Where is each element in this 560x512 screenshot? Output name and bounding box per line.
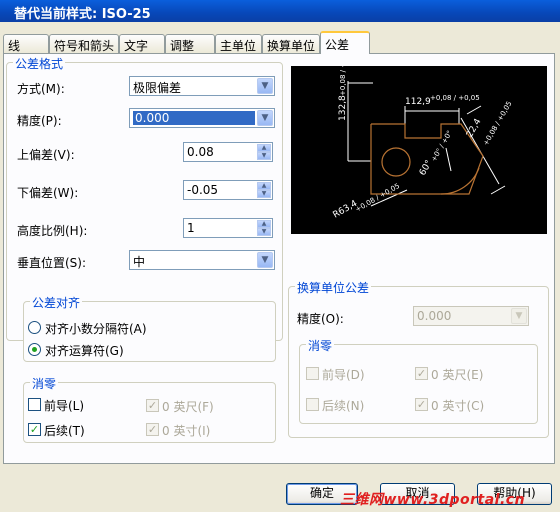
alt-precision-dropdown: 0.000 ▼ — [413, 306, 529, 326]
spin-down-icon[interactable]: ▼ — [257, 228, 271, 236]
tab-alternate-units[interactable]: 换算单位 — [262, 34, 320, 53]
vertical-position-label: 垂直位置(S): — [17, 256, 87, 270]
zero-suppression-label: 消零 — [30, 375, 59, 392]
lower-value-stepper[interactable]: -0.05 ▲ ▼ — [183, 180, 273, 200]
precision-label: 精度(P): — [17, 114, 62, 128]
chevron-down-icon[interactable]: ▼ — [257, 252, 273, 268]
site-watermark: 三维网www.3dportal.cn — [340, 492, 526, 508]
spin-up-icon[interactable]: ▲ — [257, 144, 271, 152]
dimension-preview: 132,8 +0,08 / +0,05 112,9 +0,08 / +0,05 … — [291, 46, 547, 234]
preview-dim-horizontal-tol: +0,08 / +0,05 — [430, 94, 480, 102]
alt-trailing-checkbox — [306, 398, 319, 411]
upper-value-label: 上偏差(V): — [17, 148, 75, 162]
tab-strip: 线 符号和箭头 文字 调整 主单位 换算单位 公差 — [0, 31, 560, 54]
align-decimal-label[interactable]: 对齐小数分隔符(A) — [45, 320, 147, 337]
alt-leading-label: 前导(D) — [322, 368, 365, 382]
chevron-down-icon[interactable]: ▼ — [257, 78, 273, 94]
tab-text[interactable]: 文字 — [119, 34, 165, 53]
align-operator-radio[interactable] — [28, 343, 41, 356]
tab-symbols-arrows[interactable]: 符号和箭头 — [49, 34, 119, 53]
tolerance-format-label: 公差格式 — [13, 55, 66, 72]
tolerance-alignment-label: 公差对齐 — [30, 294, 83, 311]
zero-feet-checkbox: ✓ — [146, 399, 159, 412]
upper-value-text: 0.08 — [187, 145, 214, 159]
alt-trailing-label: 后续(N) — [322, 399, 365, 413]
tab-tolerances[interactable]: 公差 — [320, 31, 370, 54]
preview-dim-angle: 60° — [418, 159, 435, 178]
chevron-down-icon: ▼ — [511, 308, 527, 324]
alternate-unit-tolerance-label: 换算单位公差 — [295, 279, 372, 296]
align-operator-label[interactable]: 对齐运算符(G) — [45, 342, 124, 359]
preview-dim-vertical-tol: +0,08 / +0,05 — [339, 66, 347, 96]
window-title: 替代当前样式: ISO-25 — [0, 0, 560, 22]
zero-feet-label: 0 英尺(F) — [162, 400, 214, 414]
alt-zero-suppression-label: 消零 — [306, 337, 335, 354]
vertical-position-value: 中 — [133, 255, 146, 269]
trailing-label[interactable]: 后续(T) — [44, 422, 85, 439]
zero-inches-checkbox: ✓ — [146, 423, 159, 436]
alt-zero-feet-checkbox: ✓ — [415, 367, 428, 380]
align-decimal-radio[interactable] — [28, 321, 41, 334]
height-scale-label: 高度比例(H): — [17, 224, 88, 238]
spin-down-icon[interactable]: ▼ — [257, 190, 271, 198]
tab-primary-units[interactable]: 主单位 — [215, 34, 262, 53]
spin-down-icon[interactable]: ▼ — [257, 152, 271, 160]
alt-zero-inches-label: 0 英寸(C) — [431, 399, 485, 413]
method-value: 极限偏差 — [133, 81, 182, 95]
precision-value: 0.000 — [133, 111, 255, 125]
tolerances-panel: 公差格式 方式(M): 极限偏差 ▼ 精度(P): 0.000 ▼ 上偏差(V)… — [3, 46, 555, 464]
method-dropdown[interactable]: 极限偏差 ▼ — [129, 76, 275, 96]
lower-value-label: 下偏差(W): — [17, 186, 79, 200]
lower-value-text: -0.05 — [187, 183, 219, 197]
vertical-position-dropdown[interactable]: 中 ▼ — [129, 250, 275, 270]
height-scale-text: 1 — [187, 221, 195, 235]
preview-dim-horizontal: 112,9 — [405, 97, 431, 107]
tab-fit[interactable]: 调整 — [165, 34, 215, 53]
preview-dim-vertical: 132,8 — [338, 95, 348, 121]
alt-leading-checkbox — [306, 367, 319, 380]
upper-value-stepper[interactable]: 0.08 ▲ ▼ — [183, 142, 273, 162]
preview-dim-angle-tol: +0° / +0° — [430, 129, 454, 163]
preview-dim-angled: 22,4 — [465, 117, 484, 140]
zero-inches-label: 0 英寸(I) — [162, 424, 211, 438]
alt-precision-label: 精度(O): — [297, 312, 344, 326]
spin-up-icon[interactable]: ▲ — [257, 182, 271, 190]
alt-precision-value: 0.000 — [417, 309, 452, 323]
alt-zero-inches-checkbox: ✓ — [415, 398, 428, 411]
preview-drawing: 132,8 +0,08 / +0,05 112,9 +0,08 / +0,05 … — [332, 46, 514, 220]
method-label: 方式(M): — [17, 82, 65, 96]
preview-dim-radius-tol: +0,08 / +0,05 — [354, 182, 401, 214]
spin-up-icon[interactable]: ▲ — [257, 220, 271, 228]
leading-label[interactable]: 前导(L) — [44, 397, 84, 414]
alt-zero-feet-label: 0 英尺(E) — [431, 368, 484, 382]
preview-dim-angled-tol: +0,08 / +0,05 — [482, 100, 514, 147]
chevron-down-icon[interactable]: ▼ — [257, 110, 273, 126]
height-scale-stepper[interactable]: 1 ▲ ▼ — [183, 218, 273, 238]
trailing-checkbox[interactable]: ✓ — [28, 423, 41, 436]
tab-lines[interactable]: 线 — [3, 34, 49, 53]
precision-dropdown[interactable]: 0.000 ▼ — [129, 108, 275, 128]
leading-checkbox[interactable] — [28, 398, 41, 411]
